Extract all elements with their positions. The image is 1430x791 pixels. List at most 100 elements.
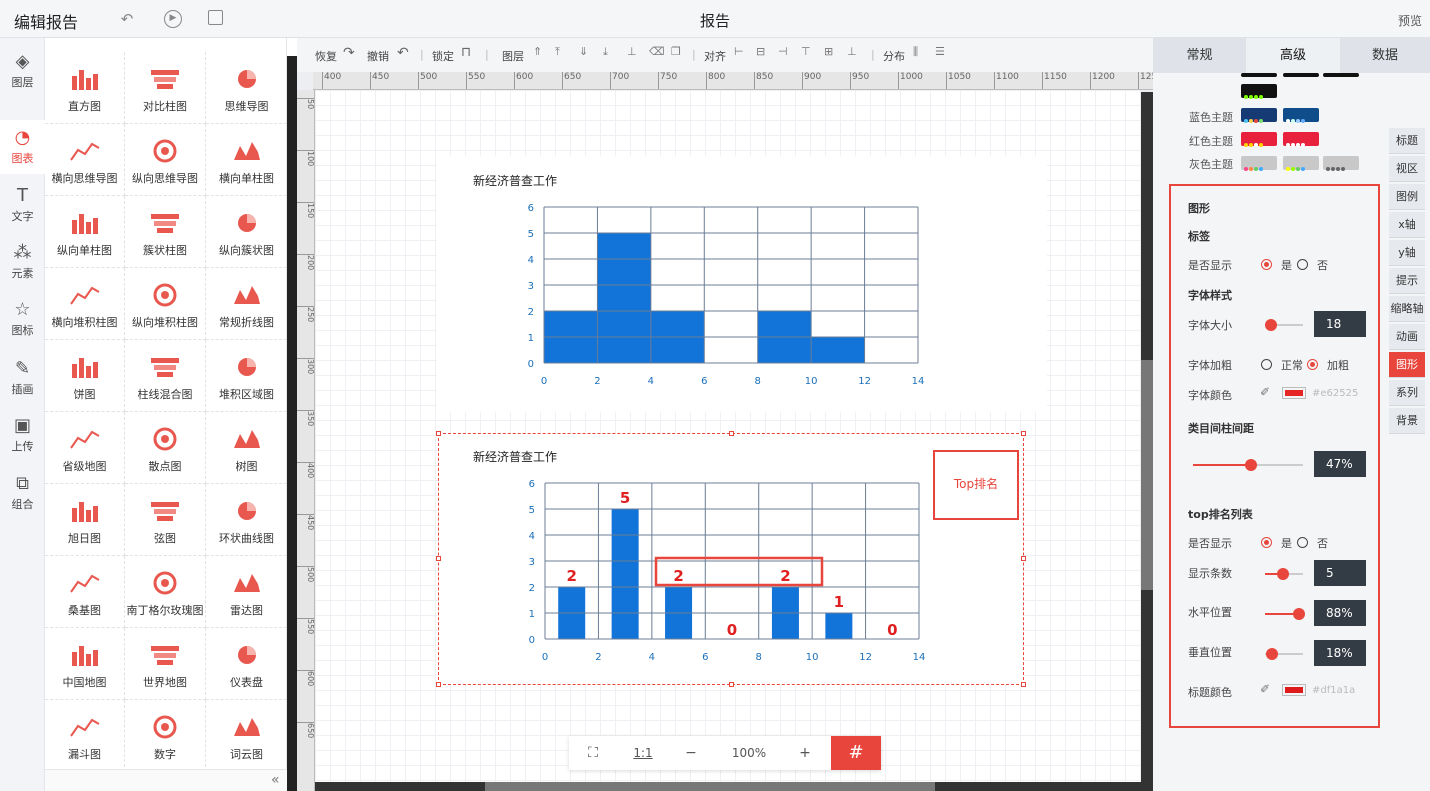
play-icon[interactable]: ▶	[164, 10, 182, 28]
vpos-value[interactable]: 18%	[1314, 640, 1366, 666]
palette-item[interactable]: 簇状柱图	[125, 196, 206, 268]
hpos-value[interactable]: 88%	[1314, 600, 1366, 626]
distribute-h-icon[interactable]: ⫼	[913, 45, 918, 59]
nav-text[interactable]: T 文字	[0, 178, 45, 232]
preview-button[interactable]: 预览	[1398, 12, 1422, 29]
align-middle-icon[interactable]: ⊞	[824, 45, 833, 58]
palette-item[interactable]: 桑基图	[45, 556, 125, 628]
scroll-thumb[interactable]	[1141, 360, 1153, 590]
chart-widget-2[interactable]: 新经济普查工作 2 5 2 0 2 1 0 0 1 2 3 4 5 6 0 2 4 6 8 10 12 14 Top排名	[436, 431, 1026, 687]
nav-illustration[interactable]: ✎ 插画	[0, 351, 45, 405]
side-tab[interactable]: 动画	[1389, 324, 1425, 350]
align-center-icon[interactable]: ⊟	[756, 45, 765, 58]
palette-item[interactable]: 横向单柱图	[206, 124, 287, 196]
theme-swatch[interactable]	[1241, 84, 1277, 99]
undo-button[interactable]: 撤销	[367, 48, 389, 64]
resize-handle[interactable]	[436, 682, 441, 687]
palette-item[interactable]: 数字	[125, 700, 206, 772]
palette-item[interactable]: 省级地图	[45, 412, 125, 484]
grid-icon[interactable]: #	[831, 736, 881, 770]
palette-item[interactable]: 中国地图	[45, 628, 125, 700]
layer-up-icon[interactable]: ⇑	[533, 45, 542, 58]
zoom-in-button[interactable]: +	[787, 736, 823, 770]
side-tab[interactable]: 图形	[1389, 352, 1425, 378]
layer-flat-icon[interactable]: ⊥	[627, 45, 637, 58]
top-show-no-radio[interactable]	[1297, 537, 1308, 548]
tab-advanced[interactable]: 高级	[1246, 38, 1340, 73]
theme-swatch[interactable]	[1283, 132, 1319, 147]
side-tab[interactable]: x轴	[1389, 212, 1425, 238]
side-tab[interactable]: 背景	[1389, 408, 1425, 434]
palette-item[interactable]: 思维导图	[206, 52, 287, 124]
top-show-yes-radio[interactable]	[1261, 537, 1272, 548]
nav-icons[interactable]: ☆ 图标	[0, 292, 45, 346]
align-left-icon[interactable]: ⊢	[734, 45, 744, 58]
palette-item[interactable]: 环状曲线图	[206, 484, 287, 556]
resize-handle[interactable]	[1021, 556, 1026, 561]
side-tab[interactable]: y轴	[1389, 240, 1425, 266]
font-bold-radio[interactable]	[1307, 359, 1318, 370]
tab-general[interactable]: 常规	[1153, 38, 1246, 73]
palette-item[interactable]: 旭日图	[45, 484, 125, 556]
palette-item[interactable]: 纵向堆积柱图	[125, 268, 206, 340]
palette-item[interactable]: 雷达图	[206, 556, 287, 628]
canvas-scrollbar-horizontal[interactable]	[315, 782, 1141, 791]
undo-icon[interactable]: ↶	[397, 45, 409, 61]
theme-swatch[interactable]	[1241, 132, 1277, 147]
copy-icon[interactable]: ❐	[671, 45, 681, 58]
theme-swatch[interactable]	[1283, 156, 1319, 171]
collapse-icon[interactable]: «	[271, 769, 287, 791]
back-icon[interactable]: ↶	[118, 10, 136, 28]
theme-swatch[interactable]	[1283, 73, 1319, 77]
distribute-button[interactable]: 分布	[883, 48, 905, 64]
lock-button[interactable]: 锁定	[432, 48, 454, 64]
slider-handle[interactable]	[1266, 648, 1278, 660]
palette-item[interactable]: 树图	[206, 412, 287, 484]
slider-handle[interactable]	[1293, 608, 1305, 620]
eyedropper-icon[interactable]: ✐	[1260, 682, 1270, 696]
zoom-out-button[interactable]: −	[673, 736, 709, 770]
nav-elements[interactable]: ⁂ 元素	[0, 235, 45, 289]
count-value[interactable]: 5	[1314, 560, 1366, 586]
palette-item[interactable]: 词云图	[206, 700, 287, 772]
palette-item[interactable]: 堆积区域图	[206, 340, 287, 412]
align-bottom-icon[interactable]: ⊥	[847, 45, 857, 58]
theme-swatch[interactable]	[1323, 73, 1359, 77]
align-top-icon[interactable]: ⊤	[801, 45, 811, 58]
delete-icon[interactable]: ⌫	[649, 45, 665, 58]
side-tab[interactable]: 提示	[1389, 268, 1425, 294]
font-normal-radio[interactable]	[1261, 359, 1272, 370]
slider-handle[interactable]	[1265, 319, 1277, 331]
align-button[interactable]: 对齐	[704, 48, 726, 64]
palette-item[interactable]: 横向堆积柱图	[45, 268, 125, 340]
redo-icon[interactable]: ↷	[343, 45, 355, 61]
palette-item[interactable]: 南丁格尔玫瑰图	[125, 556, 206, 628]
resize-handle[interactable]	[1021, 431, 1026, 436]
fit-screen-icon[interactable]: ⛶	[569, 736, 617, 770]
layer-top-icon[interactable]: ⤒	[555, 45, 560, 59]
theme-swatch[interactable]	[1241, 73, 1277, 77]
nav-layers[interactable]: ◈ 图层	[0, 44, 45, 98]
palette-item[interactable]: 纵向单柱图	[45, 196, 125, 268]
palette-scrollbar[interactable]	[287, 56, 297, 791]
layer-button[interactable]: 图层	[502, 48, 524, 64]
resize-handle[interactable]	[729, 682, 734, 687]
palette-item[interactable]: 对比柱图	[125, 52, 206, 124]
top-rank-box[interactable]: Top排名	[933, 450, 1019, 520]
show-label-yes-radio[interactable]	[1261, 259, 1272, 270]
canvas-stage[interactable]: 新经济普查工作 0 1 2 3 4 5 6 0 2 4 6 8 10 12 14 新经济普查工作 25202…	[315, 90, 1140, 791]
tab-data[interactable]: 数据	[1340, 38, 1430, 73]
resize-handle[interactable]	[1021, 682, 1026, 687]
font-color-swatch[interactable]	[1282, 387, 1306, 399]
palette-item[interactable]: 饼图	[45, 340, 125, 412]
redo-button[interactable]: 恢复	[315, 48, 337, 64]
eyedropper-icon[interactable]: ✐	[1260, 385, 1270, 399]
palette-item[interactable]: 纵向思维导图	[125, 124, 206, 196]
slider-handle[interactable]	[1277, 568, 1289, 580]
lock-icon[interactable]: ⊓	[461, 45, 471, 60]
palette-item[interactable]: 直方图	[45, 52, 125, 124]
canvas-scrollbar-vertical[interactable]	[1141, 92, 1153, 791]
bar-gap-value[interactable]: 47%	[1314, 451, 1366, 477]
palette-item[interactable]: 横向思维导图	[45, 124, 125, 196]
side-tab[interactable]: 视区	[1389, 156, 1425, 182]
